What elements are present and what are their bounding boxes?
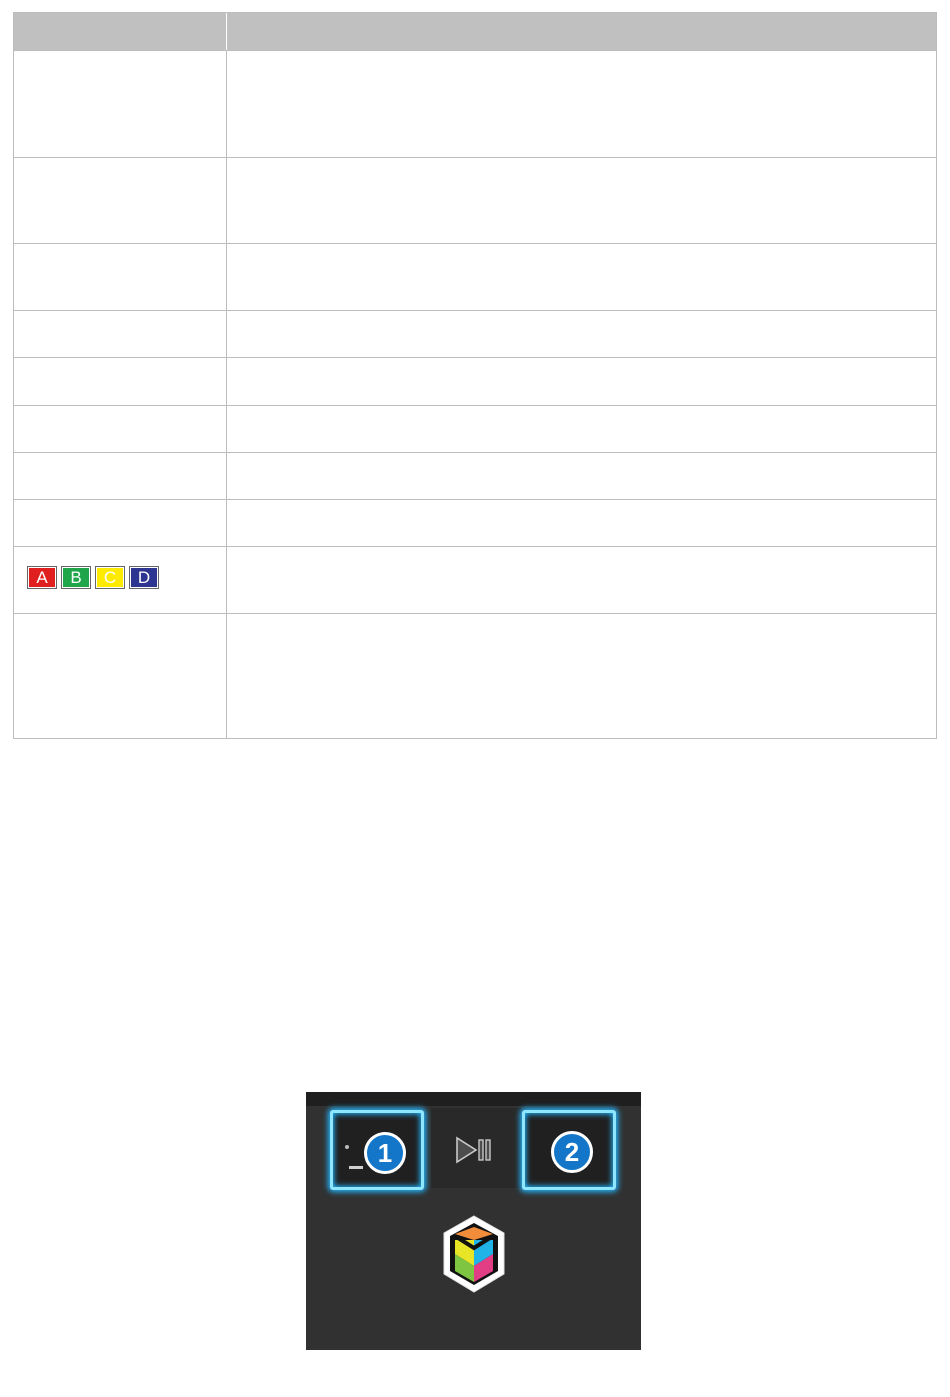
table-row [14,357,936,405]
row-description [227,358,936,405]
row-key [14,311,227,357]
color-button-d: D [129,566,159,589]
row-key [14,500,227,546]
smart-hub-icon [441,1214,507,1305]
table-row [14,405,936,452]
button-marking-icon [345,1145,349,1149]
row-description [227,614,936,738]
row-description [227,244,936,310]
row-description [227,311,936,357]
dash-icon [349,1166,363,1169]
row-key [14,51,227,157]
table-row [14,613,936,738]
callout-badge-1: 1 [364,1132,406,1174]
row-key [14,158,227,243]
table-row-color-buttons: A B C D [14,546,936,613]
row-key [14,244,227,310]
table-row [14,157,936,243]
table-row [14,310,936,357]
table-row [14,243,936,310]
row-key [14,358,227,405]
color-button-c: C [95,566,125,589]
table-row [14,452,936,499]
play-pause-icon [455,1136,493,1169]
color-button-b: B [61,566,91,589]
row-description [227,453,936,499]
row-description [227,500,936,546]
color-button-a: A [27,566,57,589]
callout-box-2: 2 [522,1110,616,1190]
remote-control-photo: 1 2 [306,1092,641,1350]
row-key [14,614,227,738]
row-key [14,406,227,452]
row-description [227,406,936,452]
row-key: A B C D [14,547,227,613]
row-key [14,453,227,499]
table-header-row [14,13,936,50]
table-row [14,50,936,157]
row-description [227,51,936,157]
callout-badge-2: 2 [551,1131,593,1173]
callout-box-1: 1 [330,1110,424,1190]
row-description [227,547,936,613]
info-table: A B C D [13,12,937,739]
table-row [14,499,936,546]
row-description [227,158,936,243]
header-cell-key [14,13,227,50]
header-cell-description [227,13,936,50]
color-buttons-group: A B C D [27,566,159,589]
remote-top-edge [306,1092,641,1106]
